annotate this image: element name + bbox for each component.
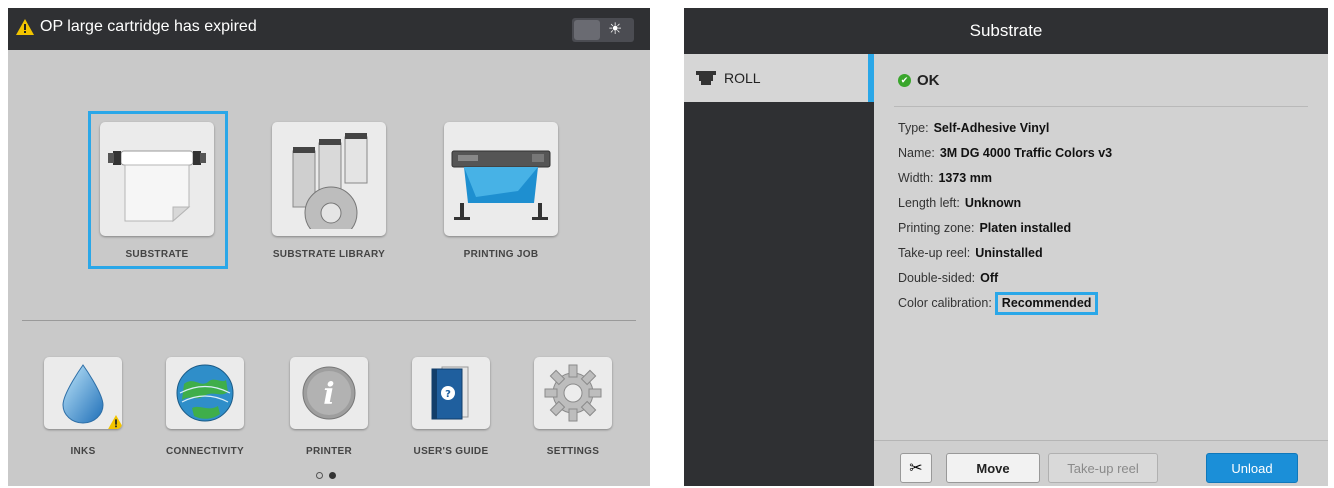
sidebar-item-label: ROLL <box>724 70 761 86</box>
property-value: Unknown <box>964 196 1022 210</box>
property-width: Width: 1373 mm <box>898 166 1112 191</box>
svg-text:?: ? <box>445 389 451 400</box>
property-value: 3M DG 4000 Traffic Colors v3 <box>939 146 1113 160</box>
property-name: Name: 3M DG 4000 Traffic Colors v3 <box>898 141 1112 166</box>
property-take-up-reel: Take-up reel: Uninstalled <box>898 241 1112 266</box>
printer-tile[interactable]: i <box>290 357 368 429</box>
unload-button[interactable]: Unload <box>1206 453 1298 483</box>
property-value: 1373 mm <box>938 171 992 185</box>
home-screen: OP large cartridge has expired ☀ SUBSTRA… <box>8 8 650 486</box>
property-value: Platen installed <box>979 221 1072 235</box>
substrate-roll-icon <box>108 150 206 223</box>
status-indicator: ✔ OK <box>898 72 940 89</box>
sidebar-item-roll[interactable]: ROLL <box>684 54 868 102</box>
settings-tile[interactable] <box>534 357 612 429</box>
property-value: Off <box>980 271 999 285</box>
substrate-screen: Substrate ROLL ✔ OK Type: Self-Adhesive V… <box>684 8 1328 486</box>
status-text: OK <box>917 72 940 89</box>
details-divider <box>894 106 1308 107</box>
section-divider <box>22 320 636 321</box>
property-label: Width: <box>898 171 934 185</box>
globe-icon <box>176 364 234 422</box>
property-double-sided: Double-sided: Off <box>898 266 1112 291</box>
property-label: Take-up reel: <box>898 246 971 260</box>
scissors-icon: ✂ <box>909 460 923 477</box>
toggle-knob <box>574 20 600 40</box>
page-dot-1[interactable] <box>316 472 323 479</box>
inks-tile-label: INKS <box>70 446 96 457</box>
property-label: Type: <box>898 121 929 135</box>
property-label: Color calibration: <box>898 296 992 310</box>
property-color-calibration: Color calibration: Recommended <box>898 291 1112 316</box>
inks-tile[interactable] <box>44 357 122 429</box>
ok-check-icon: ✔ <box>898 74 911 87</box>
inks-warning-icon <box>108 415 122 429</box>
screen-title: Substrate <box>684 8 1328 54</box>
users-guide-tile-label: USER'S GUIDE <box>413 446 489 457</box>
page-indicator <box>316 472 336 479</box>
take-up-reel-button[interactable]: Take-up reel <box>1048 453 1158 483</box>
property-label: Printing zone: <box>898 221 975 235</box>
svg-text:i: i <box>323 377 334 412</box>
guide-book-icon: ? <box>431 366 469 420</box>
action-bar: ✂ Move Take-up reel Unload <box>874 440 1328 486</box>
property-value: Self-Adhesive Vinyl <box>933 121 1050 135</box>
warning-icon <box>16 19 34 35</box>
theme-toggle[interactable]: ☀ <box>572 18 634 42</box>
users-guide-tile[interactable]: ? <box>412 357 490 429</box>
cut-button[interactable]: ✂ <box>900 453 932 483</box>
substrate-sidebar: ROLL <box>684 54 874 486</box>
substrate-library-icon <box>292 133 368 229</box>
alert-message[interactable]: OP large cartridge has expired <box>16 18 257 36</box>
roll-icon <box>696 71 716 85</box>
substrate-details: ✔ OK Type: Self-Adhesive Vinyl Name: 3M DG… <box>874 54 1328 440</box>
color-calibration-value[interactable]: Recommended <box>994 292 1099 315</box>
property-printing-zone: Printing zone: Platen installed <box>898 216 1112 241</box>
sun-icon: ☀ <box>608 21 623 38</box>
property-type: Type: Self-Adhesive Vinyl <box>898 116 1112 141</box>
page-dot-2[interactable] <box>329 472 336 479</box>
substrate-tile[interactable] <box>100 122 214 236</box>
properties-list: Type: Self-Adhesive Vinyl Name: 3M DG 4000… <box>898 116 1112 316</box>
substrate-library-tile-label: SUBSTRATE LIBRARY <box>272 249 386 260</box>
property-label: Name: <box>898 146 935 160</box>
settings-tile-label: SETTINGS <box>546 446 600 457</box>
property-value: Uninstalled <box>975 246 1043 260</box>
property-label: Double-sided: <box>898 271 976 285</box>
move-button[interactable]: Move <box>946 453 1040 483</box>
substrate-tile-label: SUBSTRATE <box>125 249 189 260</box>
alert-text: OP large cartridge has expired <box>40 18 257 35</box>
status-bar: OP large cartridge has expired ☀ <box>8 8 650 50</box>
ink-drop-icon <box>62 364 104 424</box>
printing-job-tile[interactable] <box>444 122 558 236</box>
substrate-library-tile[interactable] <box>272 122 386 236</box>
printer-job-icon <box>451 150 551 220</box>
connectivity-tile[interactable] <box>166 357 244 429</box>
property-label: Length left: <box>898 196 960 210</box>
info-icon: i <box>302 366 356 420</box>
printing-job-tile-label: PRINTING JOB <box>463 249 539 260</box>
printer-tile-label: PRINTER <box>306 446 352 457</box>
gear-icon <box>544 364 602 422</box>
property-length-left: Length left: Unknown <box>898 191 1112 216</box>
connectivity-tile-label: CONNECTIVITY <box>165 446 245 457</box>
